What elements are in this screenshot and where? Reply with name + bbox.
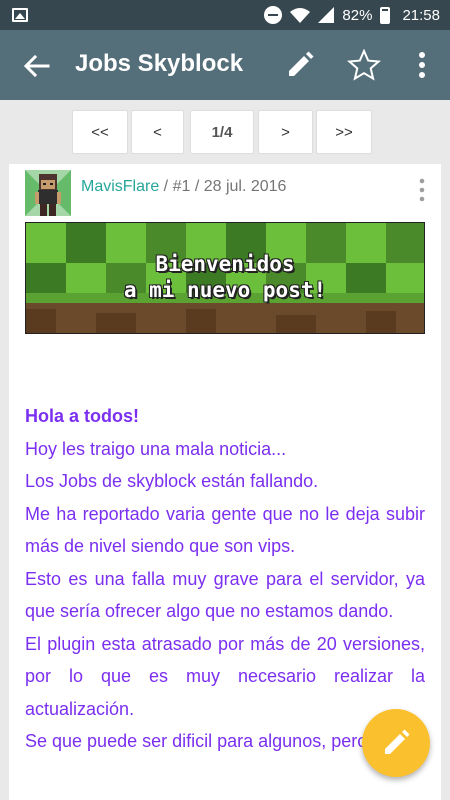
battery-icon [380, 6, 391, 24]
avatar-image [25, 170, 71, 216]
banner-line-1: Bienvenidos [155, 252, 295, 276]
thread-title: Jobs Skyblock [75, 50, 244, 77]
signal-icon [318, 7, 335, 23]
post-number-date: / #1 / 28 jul. 2016 [159, 178, 287, 195]
first-page-button[interactable]: << [72, 110, 128, 154]
clock: 21:58 [402, 6, 440, 24]
back-arrow-icon[interactable] [22, 52, 50, 80]
more-vert-icon[interactable] [410, 51, 434, 79]
edit-pencil-icon[interactable] [286, 51, 314, 79]
current-page-indicator[interactable]: 1/4 [190, 110, 254, 154]
post-more-icon[interactable] [417, 178, 427, 202]
banner-line-2: a mi nuevo post! [123, 278, 327, 302]
post-line: Hoy les traigo una mala noticia... [25, 438, 287, 459]
edit-pencil-icon [385, 729, 410, 754]
reply-fab[interactable] [362, 709, 430, 777]
prev-page-button[interactable]: < [131, 110, 184, 154]
star-outline-icon[interactable] [347, 49, 381, 81]
do-not-disturb-icon [264, 6, 283, 24]
post-line: El plugin esta atrasado por más de 20 ve… [25, 633, 425, 719]
last-page-button[interactable]: >> [316, 110, 372, 154]
status-bar: 82% 21:58 [0, 0, 450, 30]
pagination: << < 1/4 > >> [0, 110, 450, 154]
post-meta: MavisFlare / #1 / 28 jul. 2016 [81, 178, 286, 196]
gallery-icon [12, 8, 28, 22]
author-link[interactable]: MavisFlare [81, 178, 159, 195]
post-card: MavisFlare / #1 / 28 jul. 2016 Bienvenid… [9, 164, 441, 800]
post-line: Esto es una falla muy grave para el serv… [25, 568, 425, 622]
banner-text: Bienvenidos a mi nuevo post! [26, 251, 424, 303]
post-greeting: Hola a todos! [25, 406, 140, 426]
post-line: Me ha reportado varia gente que no le de… [25, 503, 425, 557]
next-page-button[interactable]: > [258, 110, 313, 154]
battery-percent: 82% [342, 6, 373, 24]
post-body: Hola a todos! Hoy les traigo una mala no… [25, 400, 425, 758]
welcome-banner: Bienvenidos a mi nuevo post! [25, 222, 425, 334]
app-bar: Jobs Skyblock [0, 30, 450, 100]
avatar[interactable] [25, 170, 71, 216]
wifi-icon [290, 8, 311, 23]
post-line: Los Jobs de skyblock están fallando. [25, 471, 319, 491]
status-icons: 82% 21:58 [264, 0, 440, 30]
